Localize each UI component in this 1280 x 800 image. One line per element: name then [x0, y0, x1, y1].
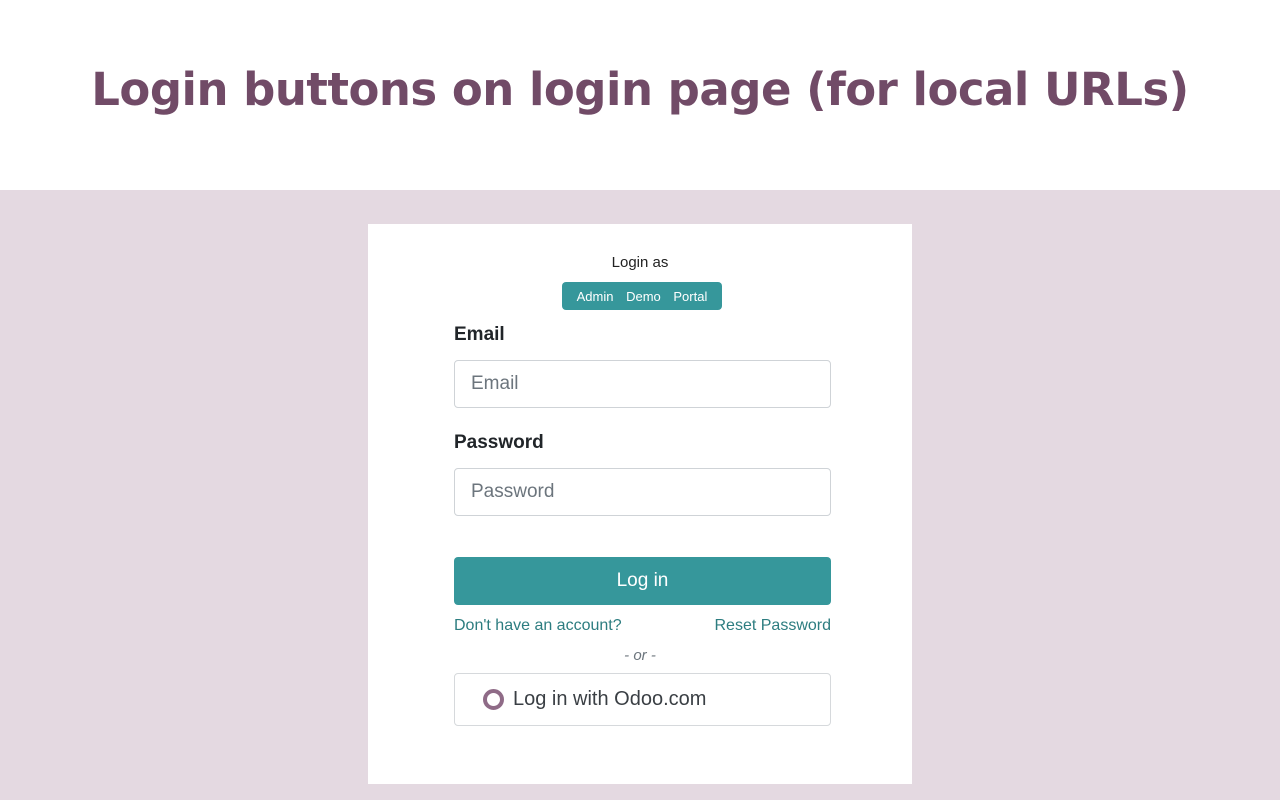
headline-banner: Login buttons on login page (for local U…: [0, 0, 1280, 190]
odoo-oauth-button[interactable]: Log in with Odoo.com: [454, 673, 831, 726]
promo-page: Login buttons on login page (for local U…: [0, 0, 1280, 800]
login-as-demo-button[interactable]: Demo: [626, 289, 661, 304]
odoo-circle-icon: [483, 689, 504, 710]
password-field[interactable]: [454, 468, 831, 516]
login-button[interactable]: Log in: [454, 557, 831, 605]
page-title: Login buttons on login page (for local U…: [91, 62, 1189, 116]
quick-login-button-group: Admin Demo Portal: [562, 282, 722, 310]
oauth-button-label: Log in with Odoo.com: [513, 688, 707, 710]
login-card: Login as Admin Demo Portal Email Passwor…: [368, 224, 912, 784]
signup-link[interactable]: Don't have an account?: [454, 617, 622, 635]
screenshot-stage: Login as Admin Demo Portal Email Passwor…: [0, 190, 1280, 800]
email-field[interactable]: [454, 360, 831, 408]
login-as-label: Login as: [611, 254, 669, 271]
login-as-admin-button[interactable]: Admin: [577, 289, 614, 304]
password-label: Password: [454, 432, 544, 453]
login-as-portal-button[interactable]: Portal: [673, 289, 707, 304]
email-label: Email: [454, 324, 505, 345]
or-separator: - or -: [624, 647, 656, 664]
reset-password-link[interactable]: Reset Password: [715, 617, 832, 635]
